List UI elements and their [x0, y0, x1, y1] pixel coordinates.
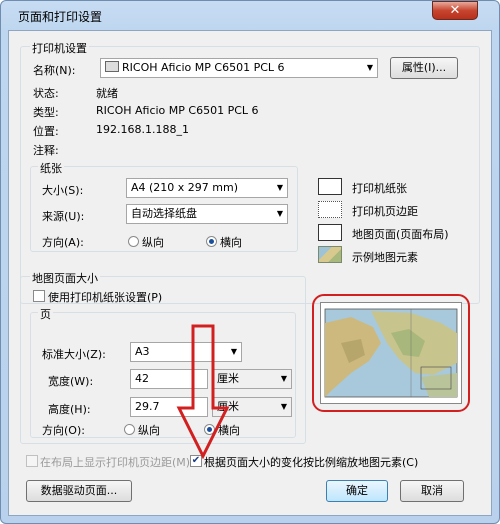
cancel-button[interactable]: 取消: [400, 480, 464, 502]
paper-portrait-label: 纵向: [142, 236, 164, 249]
paper-size-label: 大小(S):: [42, 184, 84, 197]
ok-button[interactable]: 确定: [326, 480, 388, 502]
use-printer-paper-label: 使用打印机纸张设置(P): [48, 291, 163, 304]
status-label: 状态:: [33, 87, 59, 100]
map-orientation-label: 方向(O):: [42, 424, 85, 437]
chevron-down-icon: ▼: [280, 402, 287, 411]
type-value: RICOH Aficio MP C6501 PCL 6: [96, 104, 259, 117]
preview-highlight-annotation: [312, 294, 470, 412]
data-driven-pages-button[interactable]: 数据驱动页面...: [26, 480, 132, 502]
use-printer-paper-checkbox[interactable]: [33, 290, 45, 302]
window-title: 页面和打印设置: [18, 10, 103, 24]
chevron-down-icon: ▼: [366, 63, 373, 72]
chevron-down-icon: ▼: [276, 183, 283, 192]
printer-name-label: 名称(N):: [33, 64, 76, 77]
scale-elements-label: 根据页面大小的变化按比例缩放地图元素(C): [204, 456, 419, 469]
paper-size-value: A4 (210 x 297 mm): [131, 181, 239, 194]
location-label: 位置:: [33, 125, 59, 138]
type-label: 类型:: [33, 106, 59, 119]
paper-size-combo[interactable]: A4 (210 x 297 mm) ▼: [126, 178, 288, 198]
show-margins-checkbox[interactable]: [26, 455, 38, 467]
map-page-swatch: [318, 224, 342, 241]
comment-label: 注释:: [33, 144, 59, 157]
paper-portrait-radio[interactable]: [128, 236, 139, 247]
map-portrait-radio[interactable]: [124, 424, 135, 435]
standard-size-value: A3: [135, 345, 150, 358]
map-page-size-label: 地图页面大小: [30, 270, 100, 286]
printer-margin-swatch: [318, 201, 342, 218]
legend-sample-element: 示例地图元素: [352, 251, 418, 264]
down-arrow-annotation: [176, 324, 230, 460]
paper-group-label: 纸张: [38, 160, 64, 176]
chevron-down-icon: ▼: [280, 374, 287, 383]
show-margins-label: 在布局上显示打印机页边距(M): [40, 456, 191, 469]
standard-size-label: 标准大小(Z):: [42, 348, 106, 361]
paper-source-label: 来源(U):: [42, 210, 85, 223]
location-value: 192.168.1.188_1: [96, 123, 189, 136]
legend-printer-paper: 打印机纸张: [352, 182, 407, 195]
printer-name-combo[interactable]: RICOH Aficio MP C6501 PCL 6 ▼: [100, 58, 378, 78]
properties-button[interactable]: 属性(I)...: [390, 57, 458, 79]
paper-orientation-label: 方向(A):: [42, 236, 84, 249]
printer-paper-swatch: [318, 178, 342, 195]
chevron-down-icon: ▼: [276, 209, 283, 218]
paper-landscape-radio[interactable]: [206, 236, 217, 247]
chevron-down-icon: ▼: [230, 347, 237, 356]
legend-printer-margin: 打印机页边距: [352, 205, 418, 218]
paper-source-value: 自动选择纸盘: [131, 207, 197, 220]
paper-source-combo[interactable]: 自动选择纸盘 ▼: [126, 204, 288, 224]
close-button[interactable]: ✕: [432, 1, 478, 20]
height-label: 高度(H):: [48, 403, 91, 416]
page-subgroup-label: 页: [38, 306, 53, 322]
paper-landscape-label: 横向: [220, 236, 242, 249]
printer-name-value: RICOH Aficio MP C6501 PCL 6: [122, 61, 285, 74]
status-value: 就绪: [96, 87, 118, 100]
close-icon: ✕: [449, 3, 461, 18]
printer-icon: [105, 61, 119, 72]
printer-settings-label: 打印机设置: [30, 40, 89, 56]
sample-map-element-icon: [318, 246, 342, 263]
legend-map-page: 地图页面(页面布局): [352, 228, 449, 241]
title-bar[interactable]: 页面和打印设置: [0, 0, 500, 30]
map-portrait-label: 纵向: [138, 424, 160, 437]
width-label: 宽度(W):: [48, 375, 94, 388]
